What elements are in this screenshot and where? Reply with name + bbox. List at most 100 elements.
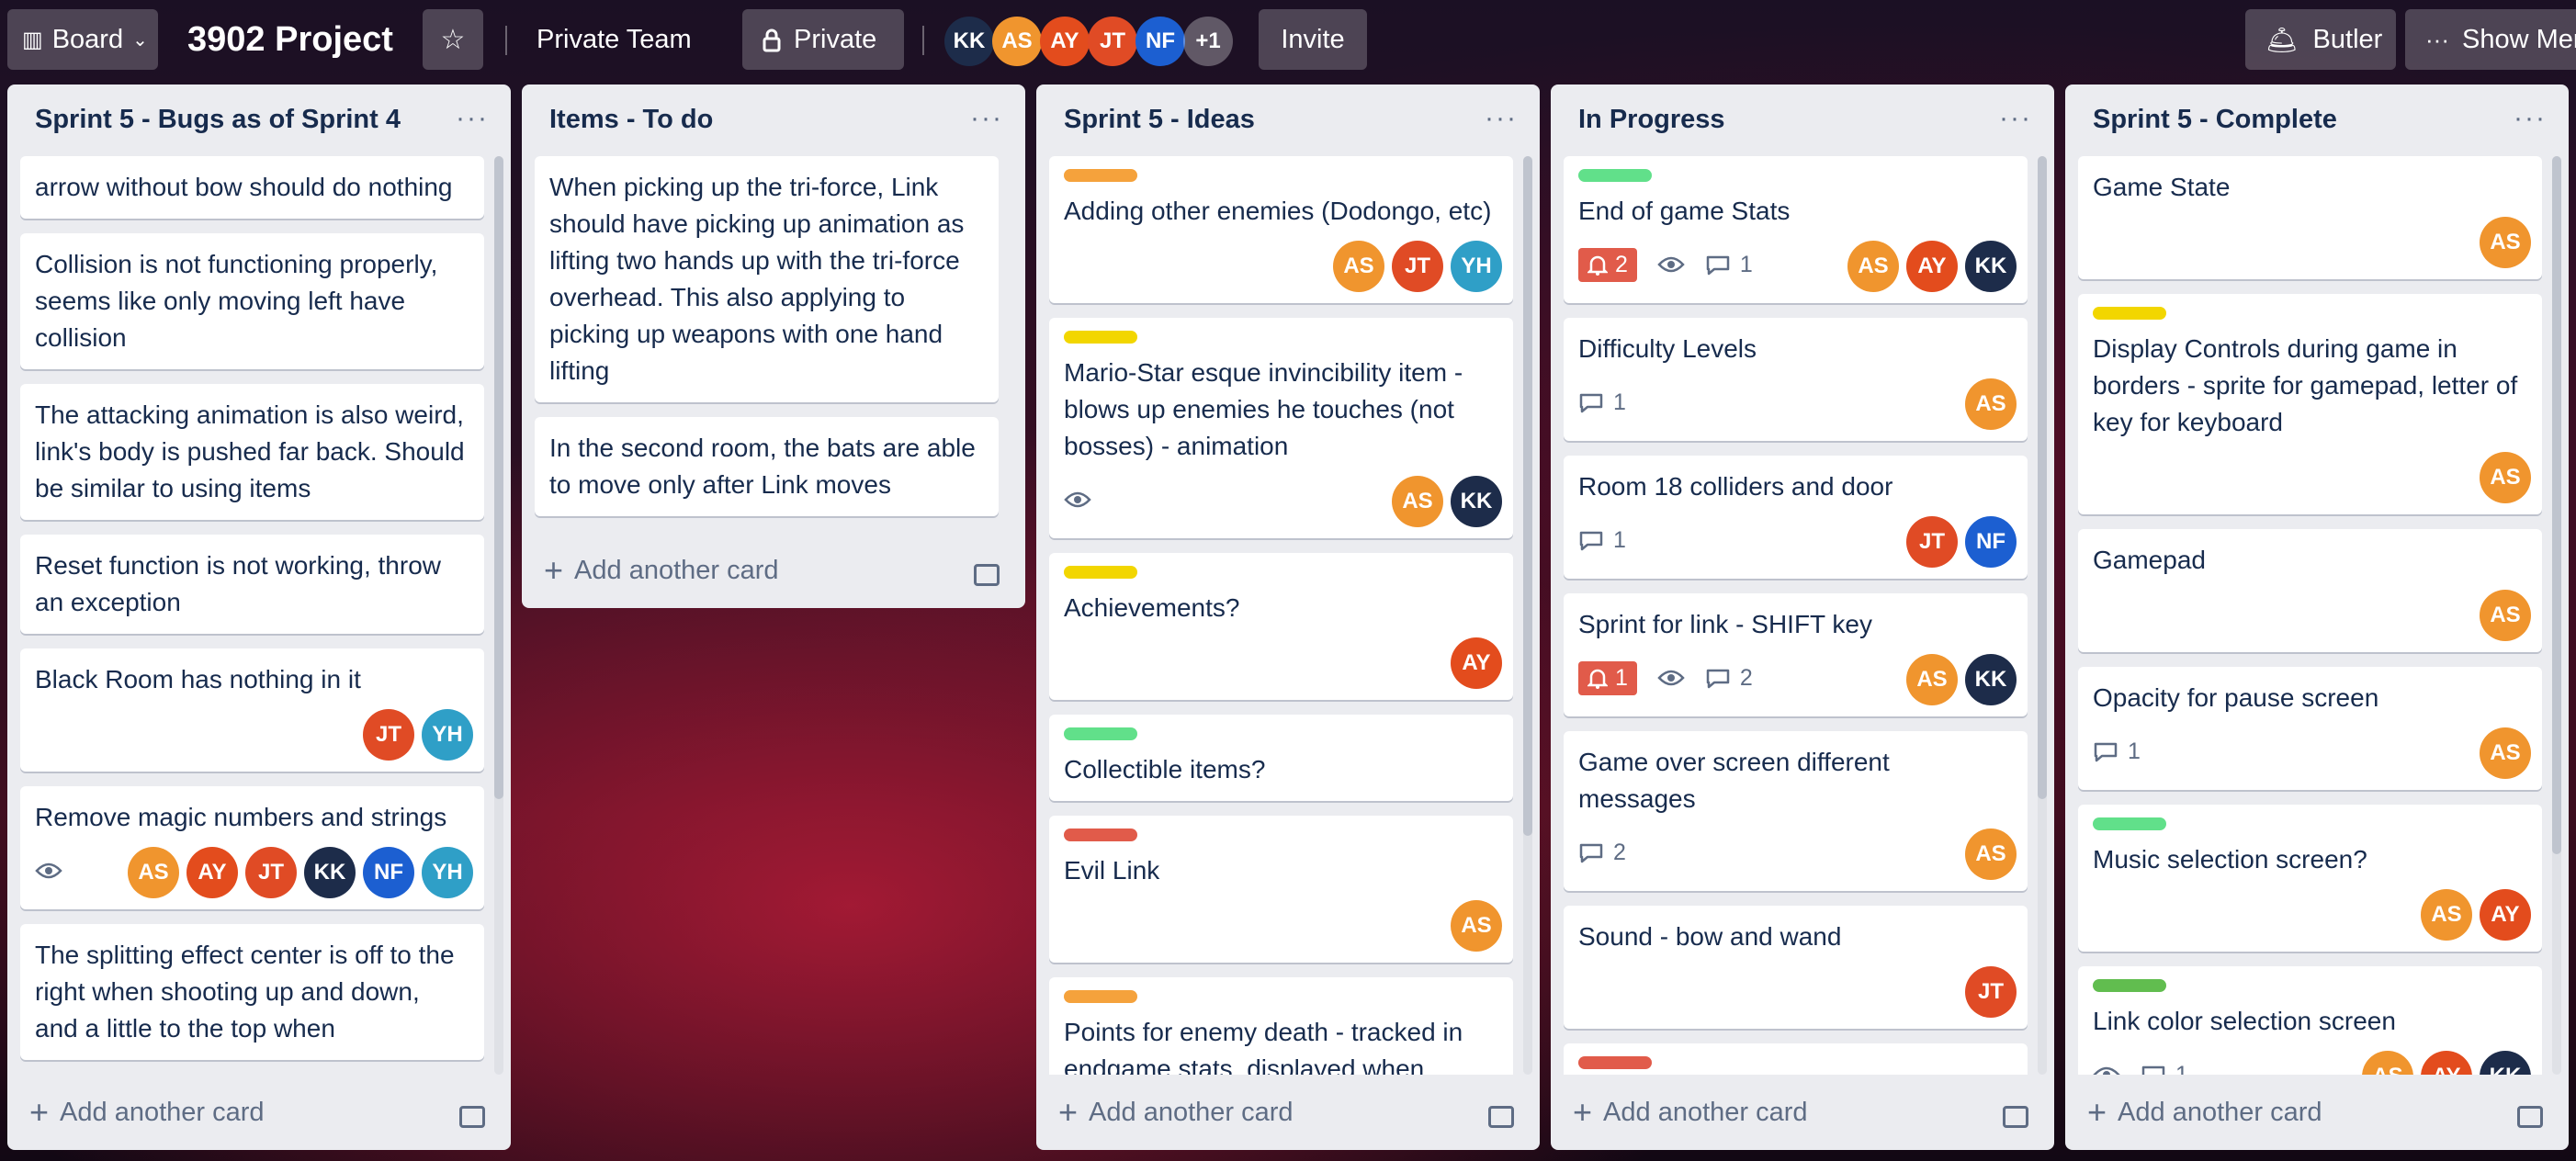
card[interactable]: Adding other enemies (Dodongo, etc) AS JT Y… (1049, 156, 1513, 303)
list-title[interactable]: In Progress (1578, 105, 1725, 135)
member-avatar[interactable]: AS (1451, 900, 1502, 952)
member-avatar[interactable]: AS (2421, 889, 2472, 941)
member-avatar[interactable]: AS (2480, 217, 2531, 268)
card-template-icon[interactable] (2517, 1106, 2543, 1128)
member-avatar[interactable]: AY (1906, 241, 1958, 292)
card[interactable]: Black Room has nothing in it JT YH (20, 648, 484, 772)
list-menu-icon[interactable]: ··· (1485, 103, 1518, 134)
list-scrollbar[interactable] (1523, 156, 1532, 1075)
list-menu-icon[interactable]: ··· (2514, 103, 2547, 134)
card[interactable]: Difficulty Levels 1 AS (1564, 318, 2028, 441)
member-avatar[interactable]: AS (1847, 241, 1899, 292)
card[interactable]: Remove magic numbers and strings AS AY JT KK… (20, 786, 484, 909)
card[interactable]: Collision is not functioning properly, s… (20, 233, 484, 369)
member-avatar[interactable]: AS (128, 847, 179, 898)
card[interactable]: Sound - bow and wand JT (1564, 906, 2028, 1029)
card-label[interactable] (1064, 727, 1137, 740)
card-label[interactable] (2093, 307, 2166, 320)
member-avatar[interactable]: JT (245, 847, 297, 898)
member-avatar[interactable]: AS (1392, 476, 1443, 527)
card[interactable]: Music selection screen? AS AY (2078, 805, 2542, 952)
member-avatar[interactable]: KK (1451, 476, 1502, 527)
card-label[interactable] (1064, 828, 1137, 841)
member-avatar[interactable]: AY (2480, 889, 2531, 941)
member-avatar[interactable]: AS (1965, 828, 2017, 880)
list-menu-icon[interactable]: ··· (1999, 103, 2032, 134)
member-avatar[interactable]: AY (1040, 17, 1090, 66)
card-template-icon[interactable] (1488, 1106, 1514, 1128)
list-menu-icon[interactable]: ··· (456, 103, 489, 134)
card[interactable]: arrow without bow should do nothing (20, 156, 484, 219)
card-template-icon[interactable] (459, 1106, 485, 1128)
card[interactable]: The attacking animation is also weird, l… (20, 384, 484, 520)
card[interactable]: Gamepad AS (2078, 529, 2542, 652)
card[interactable]: End of game Stats 2 1 AS AY KK (1564, 156, 2028, 303)
member-avatar[interactable]: AS (2480, 452, 2531, 503)
show-menu-button[interactable]: ··· Show Menu (2405, 9, 2576, 70)
card[interactable]: Link color selection screen 1 AS AY KK (2078, 966, 2542, 1075)
scrollbar-thumb[interactable] (2552, 156, 2561, 854)
member-avatar[interactable]: AY (186, 847, 238, 898)
card[interactable]: Reset function is not working, throw an … (20, 535, 484, 634)
member-avatar[interactable]: YH (1451, 241, 1502, 292)
list-title[interactable]: Sprint 5 - Bugs as of Sprint 4 (35, 105, 401, 135)
list-scrollbar[interactable] (2038, 156, 2047, 1075)
star-button[interactable]: ☆ (423, 9, 483, 70)
list-title[interactable]: Sprint 5 - Ideas (1064, 105, 1255, 135)
card-template-icon[interactable] (2003, 1106, 2028, 1128)
member-avatar[interactable]: NF (1965, 516, 2017, 568)
member-avatar[interactable]: JT (1906, 516, 1958, 568)
member-avatar[interactable]: AY (2421, 1051, 2472, 1075)
card[interactable]: Game over screen different messages 2 AS (1564, 731, 2028, 891)
member-avatar[interactable]: YH (422, 847, 473, 898)
card[interactable]: Room 18 colliders and door 1 JT NF (1564, 456, 2028, 579)
member-avatar[interactable]: KK (944, 17, 994, 66)
board-title[interactable]: 3902 Project (187, 9, 393, 70)
invite-button[interactable]: Invite (1259, 9, 1367, 70)
member-avatar[interactable]: JT (1965, 966, 2017, 1018)
card[interactable]: Points for enemy death - tracked in endg… (1049, 977, 1513, 1075)
member-avatar[interactable]: KK (2480, 1051, 2531, 1075)
member-avatar[interactable]: AS (1333, 241, 1384, 292)
member-avatar[interactable]: AS (1906, 654, 1958, 705)
butler-button[interactable]: 🛎 Butler (2245, 9, 2396, 70)
card[interactable]: Achievements? AY (1049, 553, 1513, 700)
card[interactable]: Collectible items? (1049, 715, 1513, 801)
add-card-button[interactable]: + Add another card (544, 551, 779, 590)
list-title[interactable]: Sprint 5 - Complete (2093, 105, 2337, 135)
card-label[interactable] (1064, 990, 1137, 1003)
card-label[interactable] (1578, 1056, 1652, 1069)
scrollbar-thumb[interactable] (494, 156, 503, 799)
card-label[interactable] (1578, 169, 1652, 182)
scrollbar-thumb[interactable] (2038, 156, 2047, 799)
member-avatar[interactable]: AY (1451, 637, 1502, 689)
member-avatar[interactable]: AS (2480, 590, 2531, 641)
list-menu-icon[interactable]: ··· (970, 103, 1003, 134)
member-avatar[interactable]: AS (2362, 1051, 2413, 1075)
card-label[interactable] (2093, 817, 2166, 830)
add-card-button[interactable]: + Add another card (2087, 1093, 2322, 1132)
card-template-icon[interactable] (974, 564, 1000, 586)
member-avatar[interactable]: AS (1965, 378, 2017, 430)
member-avatar[interactable]: JT (1088, 17, 1137, 66)
list-scrollbar[interactable] (494, 156, 503, 1075)
card[interactable]: In the second room, the bats are able to… (535, 417, 999, 516)
card[interactable]: Game State AS (2078, 156, 2542, 279)
card-label[interactable] (1064, 169, 1137, 182)
scrollbar-thumb[interactable] (1523, 156, 1532, 836)
add-card-button[interactable]: + Add another card (29, 1093, 265, 1132)
member-avatar[interactable]: KK (1965, 654, 2017, 705)
card[interactable]: When picking up the tri-force, Link shou… (535, 156, 999, 402)
list-title[interactable]: Items - To do (549, 105, 713, 135)
card[interactable]: Display Controls during game in borders … (2078, 294, 2542, 514)
card-label[interactable] (1064, 566, 1137, 579)
board-view-switcher[interactable]: ▥ Board ⌄ (7, 9, 158, 70)
member-avatar[interactable]: YH (422, 709, 473, 761)
member-avatar[interactable]: NF (363, 847, 414, 898)
more-members-button[interactable]: +1 (1183, 17, 1233, 66)
card[interactable]: Evil Link AS (1049, 816, 1513, 963)
member-avatar[interactable]: NF (1135, 17, 1185, 66)
member-avatar[interactable]: AS (2480, 727, 2531, 779)
member-avatar[interactable]: AS (992, 17, 1042, 66)
card[interactable]: Opacity for pause screen 1 AS (2078, 667, 2542, 790)
